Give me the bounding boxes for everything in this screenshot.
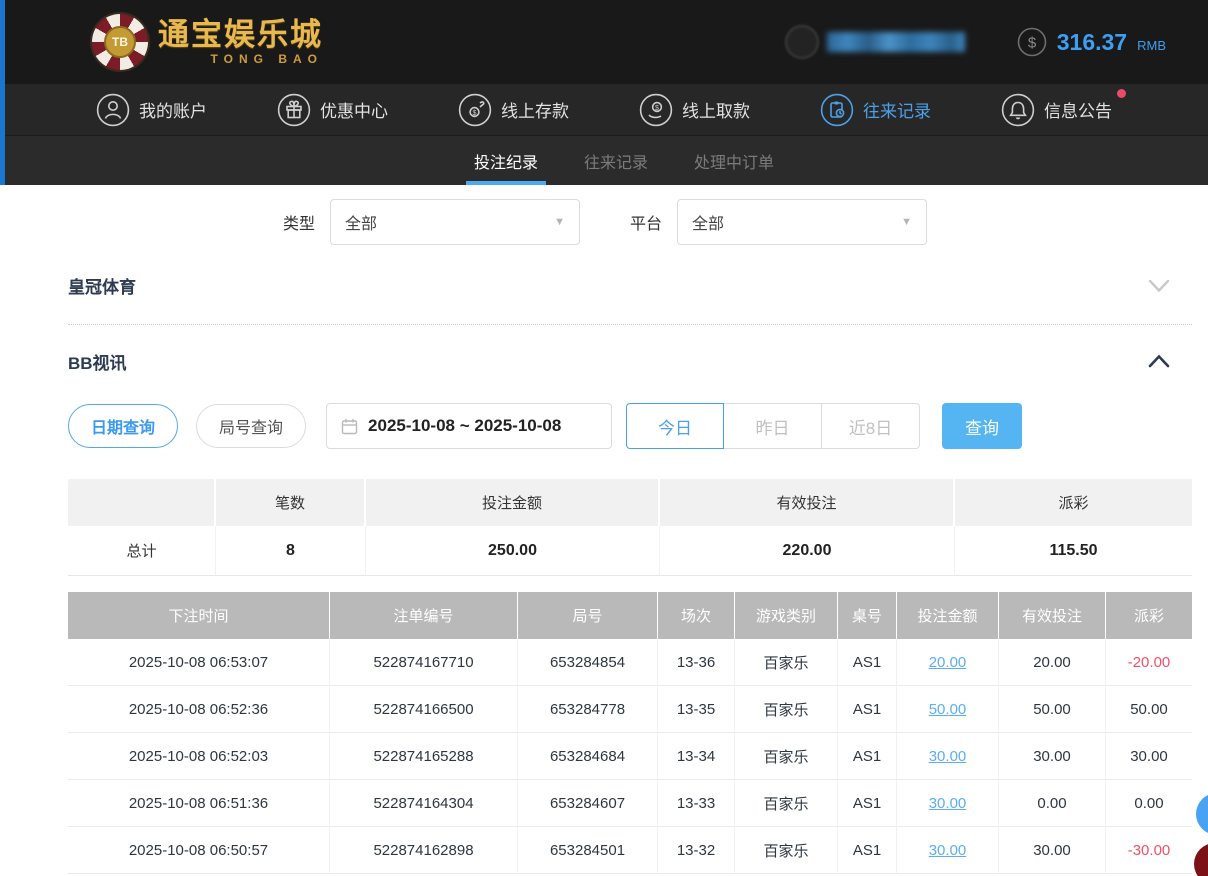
- col-round-no: 局号: [518, 592, 658, 639]
- chevron-down-icon: [1148, 279, 1170, 293]
- chevron-down-icon: ▼: [901, 216, 912, 228]
- section-bb-video[interactable]: BB视讯: [68, 325, 1192, 397]
- page: TB 通宝娱乐城 TONG BAO $ 316.37 RMB: [0, 0, 1208, 876]
- search-button[interactable]: 查询: [942, 403, 1022, 449]
- bet-amount-link[interactable]: 30.00: [897, 827, 999, 874]
- bell-icon: [1001, 93, 1035, 127]
- table-row: 2025-10-08 06:53:07 522874167710 6532848…: [68, 639, 1192, 686]
- gift-icon: [277, 93, 311, 127]
- dollar-icon: $: [1017, 27, 1047, 57]
- calendar-icon: [341, 418, 358, 435]
- user-account[interactable]: [785, 22, 965, 62]
- summary-total-count: 8: [216, 526, 366, 576]
- nav-transaction-records[interactable]: 往来记录: [820, 93, 931, 127]
- chip-tb-label: TB: [104, 26, 136, 58]
- col-payout: 派彩: [1106, 592, 1192, 639]
- col-bet-id: 注单编号: [330, 592, 518, 639]
- chevron-down-icon: ▼: [554, 216, 565, 228]
- brand-subtitle: TONG BAO: [211, 52, 323, 66]
- yesterday-button[interactable]: 昨日: [724, 403, 822, 449]
- casino-chip-icon: TB: [92, 14, 148, 70]
- table-row: 2025-10-08 06:52:03 522874165288 6532846…: [68, 733, 1192, 780]
- platform-filter-label: 平台: [630, 210, 662, 234]
- summary-header-blank: [68, 479, 216, 526]
- records-clipboard-icon: [820, 93, 854, 127]
- balance-display[interactable]: $ 316.37 RMB: [1017, 27, 1166, 57]
- type-filter-label: 类型: [283, 210, 315, 234]
- col-table-no: 桌号: [838, 592, 897, 639]
- summary-total-valid-bet: 220.00: [660, 526, 955, 576]
- nav-promotions[interactable]: 优惠中心: [277, 93, 388, 127]
- svg-text:$: $: [473, 109, 477, 116]
- main-navigation: 我的账户 优惠中心 $ 线上存款 $ 线上取款 往来记录: [0, 84, 1208, 136]
- avatar: [785, 25, 819, 59]
- quick-date-group: 今日 昨日 近8日: [626, 403, 920, 449]
- col-bet-amount: 投注金额: [897, 592, 999, 639]
- col-game-type: 游戏类别: [735, 592, 838, 639]
- filter-row: 类型 全部 ▼ 平台 全部 ▼: [283, 199, 1208, 245]
- platform-select[interactable]: 全部 ▼: [677, 199, 927, 245]
- bet-amount-link[interactable]: 20.00: [897, 639, 999, 686]
- query-toolbar: 日期查询 局号查询 2025-10-08 ~ 2025-10-08 今日 昨日 …: [68, 403, 1208, 449]
- summary-header-row: 笔数 投注金额 有效投注 派彩: [68, 479, 1192, 526]
- left-edge-stripe: [0, 0, 5, 185]
- top-header: TB 通宝娱乐城 TONG BAO $ 316.37 RMB: [0, 0, 1208, 84]
- tab-transaction-records[interactable]: 往来记录: [582, 136, 650, 185]
- nav-deposit[interactable]: $ 线上存款: [458, 93, 569, 127]
- chevron-up-icon: [1148, 354, 1170, 368]
- bet-amount-link[interactable]: 50.00: [897, 686, 999, 733]
- col-session: 场次: [658, 592, 735, 639]
- col-time: 下注时间: [68, 592, 330, 639]
- date-query-button[interactable]: 日期查询: [68, 404, 178, 448]
- withdraw-coin-icon: $: [639, 93, 673, 127]
- summary-total-bet-amount: 250.00: [366, 526, 660, 576]
- summary-header-bet-amount: 投注金额: [366, 479, 660, 526]
- user-icon: [96, 93, 130, 127]
- summary-header-valid-bet: 有效投注: [660, 479, 955, 526]
- nav-withdraw[interactable]: $ 线上取款: [639, 93, 750, 127]
- tab-pending-orders[interactable]: 处理中订单: [692, 136, 776, 185]
- last-8-days-button[interactable]: 近8日: [822, 403, 920, 449]
- col-valid-bet: 有效投注: [999, 592, 1106, 639]
- today-button[interactable]: 今日: [626, 403, 724, 449]
- bet-records-table: 下注时间 注单编号 局号 场次 游戏类别 桌号 投注金额 有效投注 派彩 202…: [68, 592, 1192, 874]
- section-crown-sports[interactable]: 皇冠体育: [68, 247, 1192, 325]
- round-query-button[interactable]: 局号查询: [196, 404, 306, 448]
- deposit-coin-icon: $: [458, 93, 492, 127]
- summary-total-row: 总计 8 250.00 220.00 115.50: [68, 526, 1192, 576]
- summary-header-payout: 派彩: [955, 479, 1192, 526]
- brand-title: 通宝娱乐城: [158, 19, 323, 50]
- summary-total-label: 总计: [68, 526, 216, 576]
- nav-announcements[interactable]: 信息公告: [1001, 93, 1112, 127]
- tab-bet-records[interactable]: 投注纪录: [472, 136, 540, 185]
- record-subtabs: 投注纪录 往来记录 处理中订单: [0, 136, 1208, 185]
- brand-logo[interactable]: TB 通宝娱乐城 TONG BAO: [92, 14, 323, 70]
- username-redacted: [827, 32, 965, 52]
- date-range-input[interactable]: 2025-10-08 ~ 2025-10-08: [326, 403, 612, 449]
- records-header-row: 下注时间 注单编号 局号 场次 游戏类别 桌号 投注金额 有效投注 派彩: [68, 592, 1192, 639]
- content: 类型 全部 ▼ 平台 全部 ▼ 皇冠体育 BB视讯: [0, 199, 1208, 874]
- balance-amount: 316.37: [1057, 29, 1127, 56]
- bet-amount-link[interactable]: 30.00: [897, 733, 999, 780]
- summary-total-payout: 115.50: [955, 526, 1192, 576]
- type-select[interactable]: 全部 ▼: [330, 199, 580, 245]
- svg-text:$: $: [655, 104, 659, 111]
- table-row: 2025-10-08 06:51:36 522874164304 6532846…: [68, 780, 1192, 827]
- date-range-value: 2025-10-08 ~ 2025-10-08: [368, 416, 561, 436]
- bet-amount-link[interactable]: 30.00: [897, 780, 999, 827]
- table-row: 2025-10-08 06:50:57 522874162898 6532845…: [68, 827, 1192, 874]
- nav-my-account[interactable]: 我的账户: [96, 93, 207, 127]
- svg-text:$: $: [1028, 35, 1037, 52]
- notification-badge: [1117, 89, 1126, 98]
- balance-currency: RMB: [1137, 38, 1166, 53]
- table-row: 2025-10-08 06:52:36 522874166500 6532847…: [68, 686, 1192, 733]
- summary-header-count: 笔数: [216, 479, 366, 526]
- summary-table: 笔数 投注金额 有效投注 派彩 总计 8 250.00 220.00 115.5…: [68, 479, 1192, 576]
